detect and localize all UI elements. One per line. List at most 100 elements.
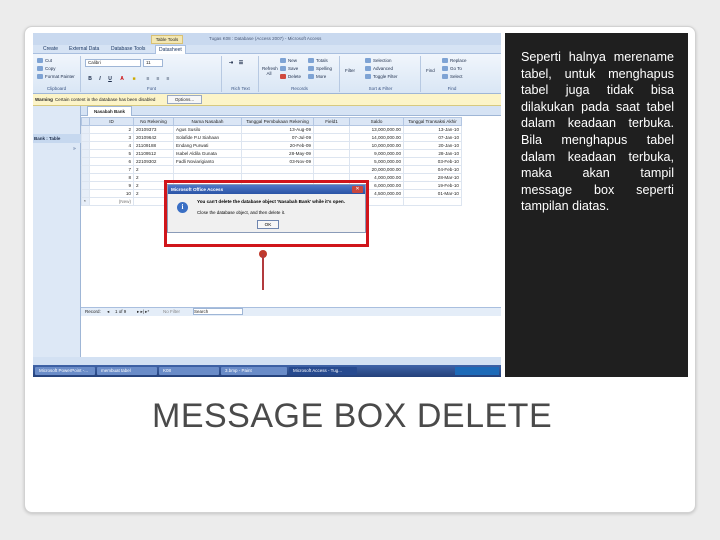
row-selector[interactable] (81, 181, 90, 190)
indent-icon[interactable]: ⇥ (227, 60, 235, 68)
delete-record-button[interactable]: Delete (280, 74, 301, 80)
column-header[interactable]: Saldo (349, 117, 404, 126)
table-cell[interactable]: 03-Feb-10 (403, 157, 462, 166)
copy-button[interactable]: Copy (37, 66, 56, 72)
align-center-icon[interactable]: ≡ (154, 76, 162, 84)
table-cell[interactable]: 19-Feb-10 (403, 181, 462, 190)
column-header[interactable]: No Rekening (133, 117, 174, 126)
table-cell[interactable] (313, 149, 350, 158)
bold-button[interactable]: B (86, 76, 94, 84)
table-cell[interactable]: 04-Feb-10 (403, 165, 462, 174)
list-icon[interactable]: ☰ (237, 60, 245, 68)
table-row[interactable]: 2 20109373 Agus Susilo 13-Aug-09 13,000,000.… (81, 125, 462, 134)
new-record-button[interactable]: New (280, 58, 297, 64)
totals-button[interactable]: Totals (308, 58, 328, 64)
table-cell[interactable]: 4 (89, 141, 134, 150)
table-row[interactable]: 6 22109302 Fadli Noviarigianto 03-Nov-09 5,0… (81, 157, 462, 166)
table-cell[interactable]: Isabel Aldila Gunata (173, 149, 242, 158)
table-cell[interactable]: 20109642 (133, 133, 174, 142)
table-cell[interactable]: 6 (89, 157, 134, 166)
table-cell[interactable] (241, 165, 314, 174)
table-cell[interactable]: 13,000,000.00 (349, 125, 404, 134)
table-row[interactable]: 3 20109642 Solafide P.U Siahaan 07-Jul-09 14… (81, 133, 462, 142)
taskbar-item-folder[interactable]: membuat tabel (97, 367, 157, 375)
table-cell[interactable]: Endang Purwati (173, 141, 242, 150)
table-cell[interactable] (313, 141, 350, 150)
new-row-label[interactable]: (New) (89, 197, 134, 206)
table-cell[interactable]: 5 (89, 149, 134, 158)
table-cell[interactable]: 13-Jan-10 (403, 125, 462, 134)
row-selector[interactable] (81, 141, 90, 150)
table-cell[interactable]: 28-Mar-10 (403, 173, 462, 182)
table-cell[interactable]: 5,000,000.00 (349, 157, 404, 166)
table-cell[interactable] (173, 165, 242, 174)
table-cell[interactable]: 03-Nov-09 (241, 157, 314, 166)
column-header[interactable]: Nama Nasabah (173, 117, 242, 126)
find-button[interactable]: Find (426, 68, 435, 73)
table-cell[interactable]: Fadli Noviarigianto (173, 157, 242, 166)
record-next-icon[interactable]: ▸ ▸| ▸* (137, 309, 149, 315)
spelling-button[interactable]: Spelling (308, 66, 332, 72)
column-header[interactable]: Field1 (313, 117, 350, 126)
select-button[interactable]: Select (442, 74, 463, 80)
taskbar-item-powerpoint[interactable]: Microsoft PowerPoint -... (35, 367, 95, 375)
table-cell[interactable]: 2 (89, 125, 134, 134)
table-cell[interactable] (313, 125, 350, 134)
table-cell[interactable] (313, 165, 350, 174)
tab-nasabah-bank[interactable]: Nasabah Bank (87, 106, 133, 116)
table-cell[interactable]: 10,000,000.00 (349, 141, 404, 150)
highlight-icon[interactable]: ■ (130, 76, 138, 84)
replace-button[interactable]: Replace (442, 58, 467, 64)
font-color-button[interactable]: A (118, 76, 126, 84)
taskbar-item-paint[interactable]: 3.bmp - Paint (221, 367, 287, 375)
save-record-button[interactable]: Save (280, 66, 298, 72)
table-cell[interactable]: 22109302 (133, 157, 174, 166)
table-cell[interactable]: 28-May-09 (241, 149, 314, 158)
table-cell[interactable]: 14,000,000.00 (349, 133, 404, 142)
table-row[interactable]: 4 21109188 Endang Purwati 20-Feb-09 10,000,0… (81, 141, 462, 150)
table-cell[interactable]: 10 (89, 189, 134, 198)
table-cell[interactable]: 2 (133, 165, 174, 174)
table-cell[interactable]: 9 (89, 181, 134, 190)
nav-item-bank-table[interactable]: Bank : Table (33, 134, 81, 143)
table-cell[interactable]: 8 (89, 173, 134, 182)
align-right-icon[interactable]: ≡ (164, 76, 172, 84)
font-size-select[interactable]: 11 (143, 59, 163, 67)
refresh-all-button[interactable]: Refresh All (262, 66, 278, 76)
security-options-button[interactable]: Options... (167, 95, 202, 104)
selection-button[interactable]: Selection (365, 58, 392, 64)
table-cell[interactable]: 20-Feb-09 (241, 141, 314, 150)
table-cell[interactable] (313, 133, 350, 142)
table-cell[interactable]: 07-Jul-09 (241, 133, 314, 142)
taskbar-item-access[interactable]: Microsoft Access - Tug... (289, 367, 357, 375)
record-first-icon[interactable]: ◂ (107, 309, 109, 315)
column-header[interactable]: Tanggal Transaksi Akhir (403, 117, 462, 126)
table-cell[interactable]: 13-Aug-09 (241, 125, 314, 134)
row-selector[interactable] (81, 133, 90, 142)
row-selector[interactable] (81, 149, 90, 158)
font-name-select[interactable]: Calibri (85, 59, 141, 67)
tab-external-data[interactable]: External Data (69, 46, 99, 52)
table-cell[interactable]: 9,000,000.00 (349, 149, 404, 158)
align-left-icon[interactable]: ≡ (144, 76, 152, 84)
table-cell[interactable]: 20-Jan-10 (403, 141, 462, 150)
tab-database-tools[interactable]: Database Tools (111, 46, 145, 52)
table-cell[interactable]: 21109512 (133, 149, 174, 158)
table-cell[interactable]: 20,000,000.00 (349, 165, 404, 174)
row-selector[interactable] (81, 165, 90, 174)
row-selector-header[interactable] (81, 117, 90, 126)
tab-datasheet[interactable]: Datasheet (155, 45, 186, 54)
filter-button[interactable]: Filter (345, 68, 355, 73)
table-cell[interactable]: 21109188 (133, 141, 174, 150)
row-selector[interactable] (81, 157, 90, 166)
no-filter-button[interactable]: No Filter (163, 309, 180, 314)
row-selector[interactable] (81, 125, 90, 134)
table-row[interactable]: 7 2 20,000,000.00 04-Feb-10 (81, 165, 462, 174)
table-row[interactable]: 5 21109512 Isabel Aldila Gunata 28-May-09 9,… (81, 149, 462, 158)
table-cell[interactable]: Agus Susilo (173, 125, 242, 134)
toggle-filter-button[interactable]: Toggle Filter (365, 74, 398, 80)
record-position[interactable]: 1 of 9 (115, 309, 126, 314)
underline-button[interactable]: U (106, 76, 114, 84)
column-header[interactable]: ID (89, 117, 134, 126)
search-input[interactable]: Search (193, 308, 243, 315)
